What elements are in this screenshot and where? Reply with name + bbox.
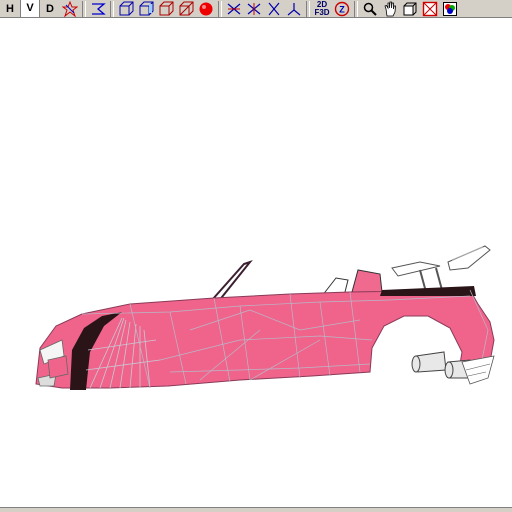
toggle-2d-3d-button[interactable]: 2D F3D [312,0,332,18]
toolbar-separator [218,0,222,17]
axis-y-icon [247,2,261,15]
axis-x-button[interactable] [224,0,244,18]
rear-deck [380,286,476,296]
axis-free-button[interactable] [284,0,304,18]
car-wireframe-model[interactable] [0,19,512,507]
zoom-button[interactable] [360,0,380,18]
main-toolbar: H V D 2D F3D Z [0,0,512,18]
cube-side-button[interactable] [136,0,156,18]
sphere-render-button[interactable] [196,0,216,18]
axis-z-button[interactable] [264,0,284,18]
axis-y-button[interactable] [244,0,264,18]
3d-viewport[interactable] [0,19,512,507]
axis-x-icon [227,3,241,14]
pan-icon [384,1,396,16]
frame-icon [422,1,438,16]
color-icon [443,1,457,16]
star-tool-button[interactable] [60,0,80,18]
transform-button[interactable] [88,0,108,18]
toggle-2d-3d-icon: 2D F3D [314,0,330,17]
rear-spoiler [391,245,491,293]
view-v-button[interactable]: V [20,0,40,18]
cube-front-icon [119,1,134,15]
pan-button[interactable] [380,0,400,18]
toolbar-separator [82,0,86,17]
svg-text:Z: Z [339,4,345,14]
toolbar-separator [306,0,310,17]
status-bar [0,507,512,512]
cube-top-icon [159,1,174,15]
axis-z-icon [268,2,280,15]
zoom-extents-icon: Z [334,1,350,16]
sphere-render-icon [199,2,213,15]
cube-side-icon [139,1,154,15]
axis-free-icon [287,2,301,15]
star-tool-icon [62,0,78,17]
zoom-extents-button[interactable]: Z [332,0,352,18]
box-icon [403,2,417,15]
cube-top-button[interactable] [156,0,176,18]
transform-icon [92,2,106,15]
zoom-icon [363,2,377,16]
cube-perspective-button[interactable] [176,0,196,18]
box-button[interactable] [400,0,420,18]
view-h-button[interactable]: H [0,0,20,18]
toolbar-separator [110,0,114,17]
color-button[interactable] [440,0,460,18]
cube-front-button[interactable] [116,0,136,18]
cube-perspective-icon [179,1,194,15]
view-d-button[interactable]: D [40,0,60,18]
frame-button[interactable] [420,0,440,18]
toolbar-separator [354,0,358,17]
